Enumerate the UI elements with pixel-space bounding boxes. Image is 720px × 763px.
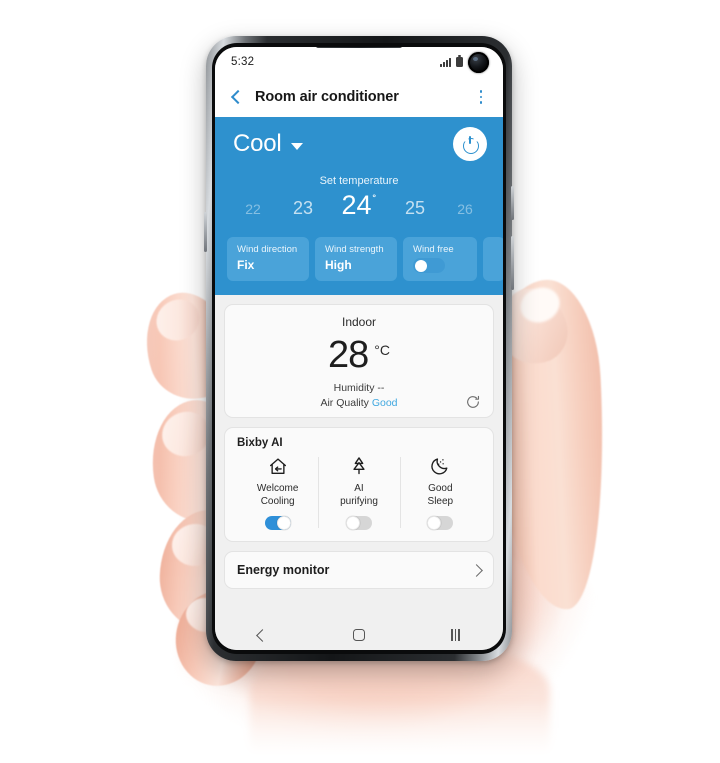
fingernail-1 — [148, 291, 208, 349]
bixby-item-welcome-cooling[interactable]: Welcome Cooling — [237, 455, 318, 531]
chip-wind-direction-value: Fix — [237, 258, 255, 272]
overflow-menu-icon[interactable] — [473, 90, 489, 104]
status-time: 5:32 — [231, 56, 255, 68]
back-chevron-icon[interactable] — [227, 88, 245, 106]
signal-bars-icon — [440, 57, 451, 67]
fade-bottom — [0, 700, 720, 763]
fade-right — [600, 250, 720, 670]
selected-temp-value: 24 — [341, 190, 372, 220]
chip-wind-direction-title: Wind direction — [237, 244, 298, 255]
app-bar: Room air conditioner — [215, 77, 503, 117]
smartphone-device: 5:32 Room air conditioner Cool Set tempe… — [204, 36, 514, 661]
earpiece-speaker — [316, 47, 402, 48]
toggle-knob — [345, 516, 360, 531]
bixby-item-ai-purifying-label: AI purifying — [340, 482, 378, 508]
temp-option-23[interactable]: 23 — [277, 198, 329, 219]
bixby-item-good-sleep-label: Good Sleep — [428, 482, 454, 508]
nav-home-icon[interactable] — [353, 629, 366, 641]
page-title: Room air conditioner — [255, 89, 399, 105]
bixby-ai-grid: Welcome Cooling AI purifying Good Sleep — [237, 455, 481, 531]
tree-leaf-icon — [348, 455, 370, 477]
indoor-card: Indoor 28 °C Humidity -- Air Quality Goo… — [224, 304, 494, 418]
humidity-label: Humidity — [333, 381, 375, 394]
chip-wind-free[interactable]: Wind free — [403, 237, 477, 281]
label-line-2: Cooling — [260, 496, 295, 508]
degree-symbol: ˚ — [372, 193, 377, 207]
bixby-item-ai-purifying[interactable]: AI purifying — [318, 455, 399, 531]
bixby-item-welcome-cooling-label: Welcome Cooling — [257, 482, 299, 508]
thumbnail-highlight — [515, 281, 565, 329]
bixby-toggle-ai-purifying[interactable] — [345, 516, 372, 531]
energy-monitor-row[interactable]: Energy monitor — [224, 551, 494, 590]
home-arrow-icon — [267, 455, 289, 477]
temp-option-24-selected[interactable]: 24˚ — [329, 190, 389, 221]
set-temperature-label: Set temperature — [319, 175, 399, 187]
status-bar: 5:32 — [215, 47, 503, 77]
chip-wind-strength-value: High — [325, 258, 352, 272]
wind-free-toggle-knob — [414, 259, 427, 272]
volume-button[interactable] — [511, 186, 514, 220]
bixby-toggle-welcome-cooling[interactable] — [264, 516, 291, 531]
ac-control-panel: Cool Set temperature 22 23 24˚ 25 26 Win… — [215, 117, 503, 295]
power-button[interactable] — [453, 127, 487, 161]
front-camera-punch-hole — [468, 51, 489, 73]
label-line-1: AI — [354, 482, 364, 494]
indoor-temperature-row: 28 °C — [237, 334, 481, 376]
chip-next-partial[interactable] — [483, 237, 503, 281]
battery-icon — [456, 55, 463, 67]
bixby-toggle-good-sleep[interactable] — [427, 516, 454, 531]
temp-option-25[interactable]: 25 — [389, 198, 441, 219]
toggle-knob — [276, 516, 291, 531]
mode-row: Cool — [215, 127, 503, 161]
temp-option-22[interactable]: 22 — [229, 201, 277, 217]
android-nav-bar — [215, 620, 503, 650]
label-line-1: Welcome — [256, 482, 299, 494]
toggle-knob — [427, 516, 442, 531]
label-line-2: purifying — [340, 496, 378, 508]
chevron-down-icon — [290, 143, 303, 150]
air-quality-row: Air Quality Good — [237, 397, 481, 409]
quick-settings-chips: Wind direction Fix Wind strength High Wi… — [215, 237, 503, 281]
chip-wind-free-title: Wind free — [413, 244, 454, 255]
screenshot-stage: 5:32 Room air conditioner Cool Set tempe… — [0, 0, 720, 763]
wind-free-toggle[interactable] — [413, 258, 445, 273]
humidity-row: Humidity -- — [237, 382, 481, 394]
indoor-temperature-value: 28 — [328, 334, 369, 376]
bixby-button[interactable] — [204, 212, 207, 252]
power-icon — [462, 136, 478, 152]
refresh-icon[interactable] — [465, 394, 481, 410]
nav-recents-icon[interactable] — [451, 629, 460, 641]
bixby-ai-card: Bixby AI Welcome Cooling AI purifying Go… — [224, 426, 494, 543]
temp-option-26[interactable]: 26 — [441, 201, 489, 217]
air-quality-label: Air Quality — [320, 396, 369, 409]
nav-back-icon[interactable] — [256, 628, 269, 642]
air-quality-value: Good — [371, 396, 398, 409]
status-icons — [440, 51, 489, 73]
chip-wind-strength-title: Wind strength — [325, 244, 384, 255]
chevron-right-icon — [470, 563, 483, 577]
bixby-ai-title: Bixby AI — [237, 436, 283, 449]
label-line-2: Sleep — [427, 496, 454, 508]
chip-wind-direction[interactable]: Wind direction Fix — [227, 237, 309, 281]
mode-selector[interactable]: Cool — [233, 130, 303, 158]
energy-monitor-label: Energy monitor — [237, 563, 330, 578]
device-bezel: 5:32 Room air conditioner Cool Set tempe… — [212, 43, 506, 654]
indoor-temperature-unit: °C — [374, 342, 390, 358]
fade-left — [60, 250, 160, 670]
chip-wind-strength[interactable]: Wind strength High — [315, 237, 397, 281]
humidity-value: -- — [377, 381, 385, 394]
content-area: Indoor 28 °C Humidity -- Air Quality Goo… — [215, 295, 503, 620]
label-line-1: Good — [428, 482, 453, 494]
indoor-title: Indoor — [341, 315, 377, 329]
mode-label: Cool — [233, 130, 282, 157]
bixby-item-good-sleep[interactable]: Good Sleep — [399, 455, 481, 531]
power-side-button[interactable] — [511, 236, 514, 290]
phone-screen: 5:32 Room air conditioner Cool Set tempe… — [215, 47, 503, 650]
moon-stars-icon — [429, 455, 451, 477]
temperature-slider[interactable]: 22 23 24˚ 25 26 — [215, 190, 503, 221]
